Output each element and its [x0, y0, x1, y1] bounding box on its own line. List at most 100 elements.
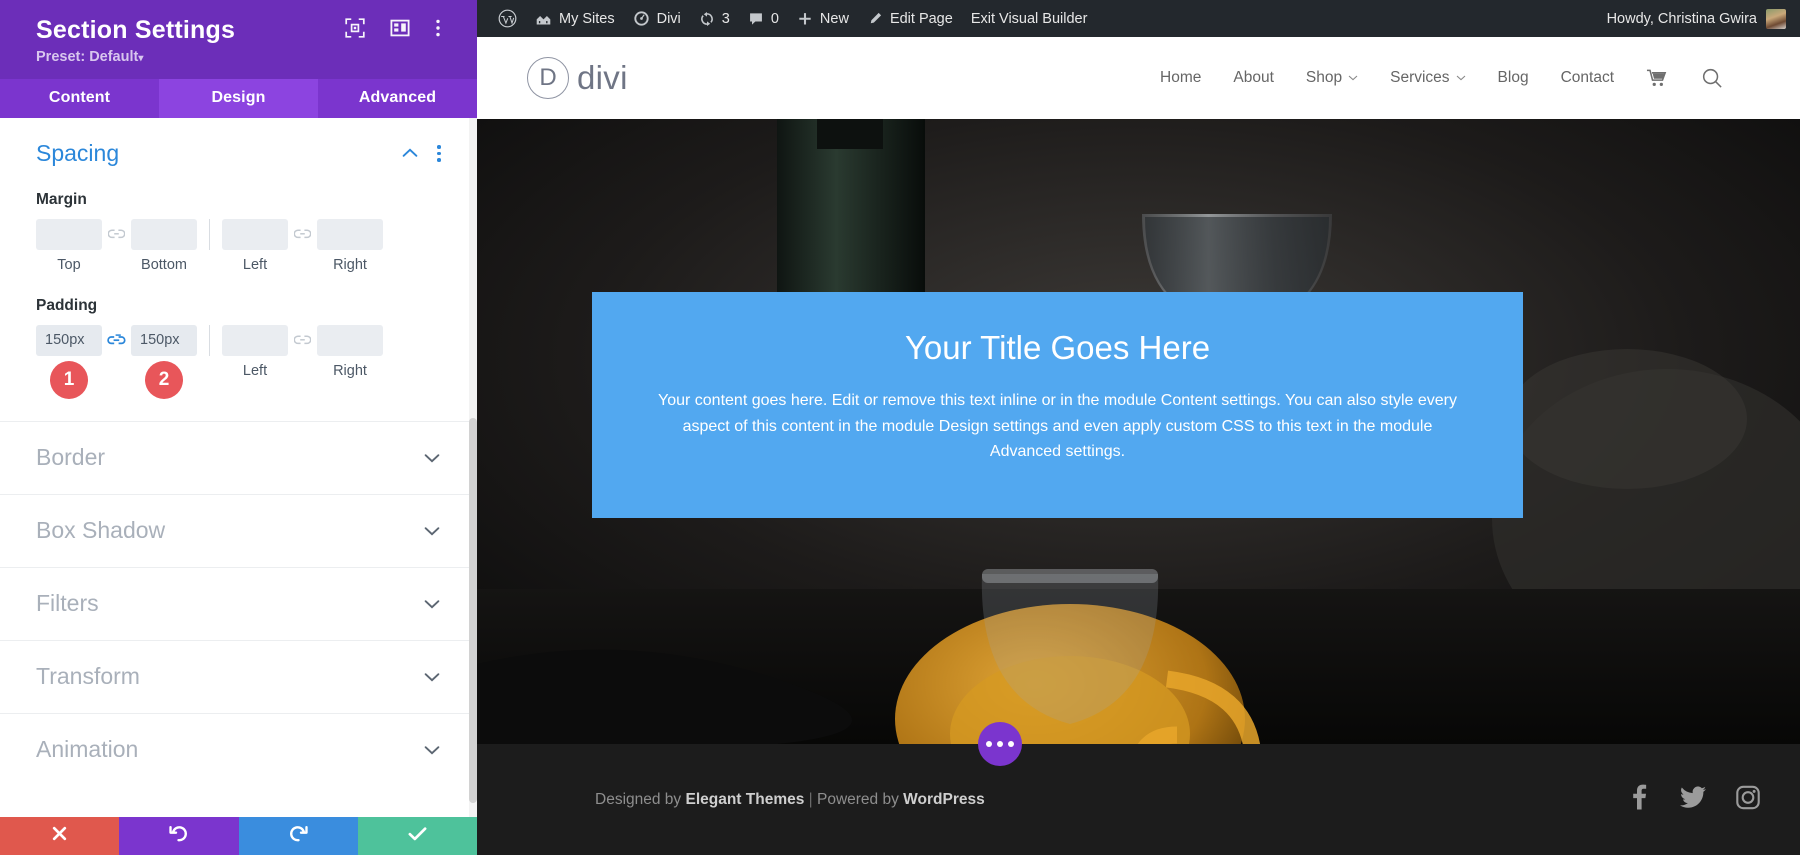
accordion-border[interactable]: Border	[0, 420, 477, 494]
nav-item-about[interactable]: About	[1217, 69, 1290, 87]
margin-bottom-input[interactable]	[131, 218, 197, 250]
adminbar-divi[interactable]: Divi	[624, 0, 690, 37]
dot-2	[997, 741, 1003, 747]
wordpress-admin-bar: My Sites Divi 3 0 New Edit Page Exit Vis…	[477, 0, 1800, 37]
margin-top-bottom-link-icon[interactable]	[102, 219, 131, 250]
nav-item-services[interactable]: Services	[1374, 69, 1481, 87]
avatar	[1766, 8, 1786, 29]
adminbar-edit-page-label: Edit Page	[889, 10, 953, 27]
padding-bottom-input[interactable]: 150px	[131, 324, 197, 356]
accordion-label: Animation	[36, 736, 139, 763]
nav-label: Blog	[1497, 69, 1529, 86]
cta-text-module[interactable]: Your Title Goes Here Your content goes h…	[592, 292, 1523, 518]
margin-left-right-link-icon[interactable]	[288, 219, 317, 250]
margin-left-label: Left	[242, 256, 268, 273]
margin-label: Margin	[36, 190, 87, 208]
adminbar-new[interactable]: New	[788, 0, 858, 37]
adminbar-account[interactable]: Howdy, Christina Gwira	[1607, 0, 1786, 37]
accordion-label: Box Shadow	[36, 517, 166, 544]
margin-fields-row: Top Bottom Left Right	[36, 218, 441, 273]
shopping-cart-icon[interactable]	[1630, 68, 1685, 88]
chevron-down-icon	[1348, 73, 1358, 84]
margin-divider	[209, 218, 210, 250]
padding-fields-row: 150px 1 150px 2 Left Right	[36, 324, 441, 399]
adminbar-exit-vb-label: Exit Visual Builder	[970, 10, 1088, 27]
credit-mid: Powered by	[817, 790, 904, 808]
close-x-icon	[51, 825, 68, 847]
margin-left-right-group: Left Right	[222, 218, 383, 273]
chevron-down-icon	[423, 449, 441, 467]
redo-arrow-icon	[289, 824, 308, 848]
spacing-title: Spacing	[36, 139, 120, 166]
nav-item-contact[interactable]: Contact	[1545, 69, 1630, 87]
credit-brand-wordpress[interactable]: WordPress	[903, 791, 985, 808]
updates-refresh-icon	[699, 11, 715, 27]
adminbar-updates[interactable]: 3	[690, 0, 739, 37]
nav-item-blog[interactable]: Blog	[1482, 69, 1545, 87]
tab-content[interactable]: Content	[0, 79, 159, 118]
adminbar-exit-visual-builder[interactable]: Exit Visual Builder	[962, 0, 1097, 37]
padding-top-input[interactable]: 150px	[36, 324, 102, 356]
accordion-transform[interactable]: Transform	[0, 639, 477, 713]
redo-button[interactable]	[238, 817, 358, 855]
focus-target-icon[interactable]	[345, 18, 365, 38]
panel-header-actions	[345, 18, 455, 38]
padding-left-input[interactable]	[222, 324, 288, 356]
primary-navigation: Home About Shop Services Blog Contact	[1144, 67, 1740, 90]
comment-bubble-icon	[748, 11, 764, 27]
padding-top-bottom-link-icon[interactable]	[102, 325, 131, 356]
site-header: D divi Home About Shop Services Blog Con…	[477, 37, 1800, 119]
undo-button[interactable]	[119, 817, 239, 855]
instagram-icon[interactable]	[1736, 785, 1760, 814]
panel-header: Section Settings Preset: Default▾	[0, 0, 477, 79]
padding-left-label: Left	[242, 362, 268, 379]
twitter-icon[interactable]	[1680, 785, 1706, 813]
layout-columns-icon[interactable]	[390, 18, 410, 38]
margin-left-input[interactable]	[222, 218, 288, 250]
site-logo[interactable]: D divi	[527, 57, 628, 99]
padding-right-input[interactable]	[317, 324, 383, 356]
facebook-icon[interactable]	[1628, 784, 1650, 815]
cancel-button[interactable]	[0, 817, 120, 855]
save-button[interactable]	[357, 817, 477, 855]
accordion-animation[interactable]: Animation	[0, 712, 477, 786]
nav-item-shop[interactable]: Shop	[1290, 69, 1374, 87]
wordpress-logo-icon	[498, 9, 517, 28]
nav-label: Services	[1390, 69, 1450, 86]
accordion-label: Filters	[36, 590, 99, 617]
adminbar-comments[interactable]: 0	[739, 0, 788, 37]
design-accordion-list: Border Box Shadow Filters Transform Anim…	[0, 420, 477, 786]
credit-brand-elegant-themes[interactable]: Elegant Themes	[685, 791, 804, 808]
margin-right-label: Right	[333, 256, 367, 273]
adminbar-wordpress-logo[interactable]	[489, 0, 526, 37]
panel-scroll-area: Spacing Margin Top Bottom Left Right Pad…	[0, 117, 477, 817]
chevron-up-icon[interactable]	[401, 144, 419, 162]
chevron-down-icon	[423, 668, 441, 686]
more-vertical-icon[interactable]	[437, 145, 441, 162]
tab-advanced[interactable]: Advanced	[318, 79, 477, 118]
search-icon[interactable]	[1685, 67, 1740, 90]
panel-footer-actions	[0, 817, 477, 855]
panel-scrollbar-track[interactable]	[469, 117, 477, 817]
annotation-badge-1: 1	[50, 360, 88, 399]
padding-top-bottom-group: 150px 1 150px 2	[36, 324, 197, 399]
accordion-box-shadow[interactable]: Box Shadow	[0, 493, 477, 567]
panel-scrollbar-thumb[interactable]	[469, 417, 477, 803]
pencil-icon	[867, 11, 883, 27]
more-vertical-icon[interactable]	[435, 18, 455, 38]
adminbar-updates-count: 3	[721, 10, 730, 27]
accordion-filters[interactable]: Filters	[0, 566, 477, 640]
padding-left-right-group: Left Right	[222, 324, 383, 379]
padding-left-right-link-icon[interactable]	[288, 325, 317, 356]
spacing-section-header[interactable]: Spacing	[36, 140, 441, 167]
tab-design[interactable]: Design	[159, 78, 318, 118]
dot-1	[986, 741, 992, 747]
adminbar-edit-page[interactable]: Edit Page	[858, 0, 962, 37]
accordion-label: Border	[36, 444, 106, 471]
nav-item-home[interactable]: Home	[1144, 69, 1217, 87]
adminbar-my-sites[interactable]: My Sites	[526, 0, 624, 37]
page-settings-fab[interactable]	[978, 722, 1022, 766]
margin-top-input[interactable]	[36, 218, 102, 250]
margin-right-input[interactable]	[317, 218, 383, 250]
preset-selector[interactable]: Preset: Default▾	[36, 49, 455, 65]
